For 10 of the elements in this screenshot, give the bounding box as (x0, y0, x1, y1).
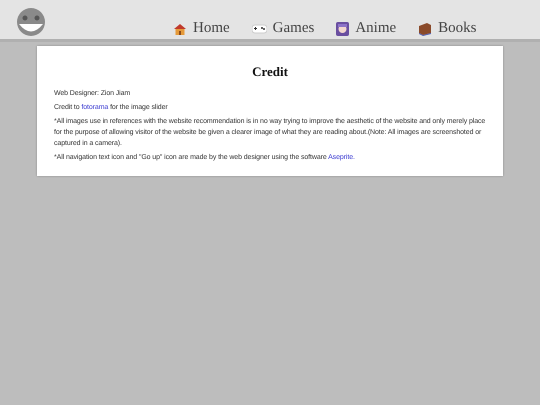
smiley-logo[interactable] (16, 7, 46, 37)
house-icon (173, 22, 187, 34)
nav-link[interactable]: Anime (336, 21, 396, 36)
book-icon (418, 22, 432, 36)
girl-icon (336, 22, 350, 36)
nav-link[interactable]: Books (418, 21, 476, 36)
nav-link[interactable]: Home (173, 21, 230, 36)
card-title: Credit (251, 63, 289, 81)
gamepad-icon (252, 23, 267, 34)
nav-link[interactable]: Games (252, 21, 314, 36)
